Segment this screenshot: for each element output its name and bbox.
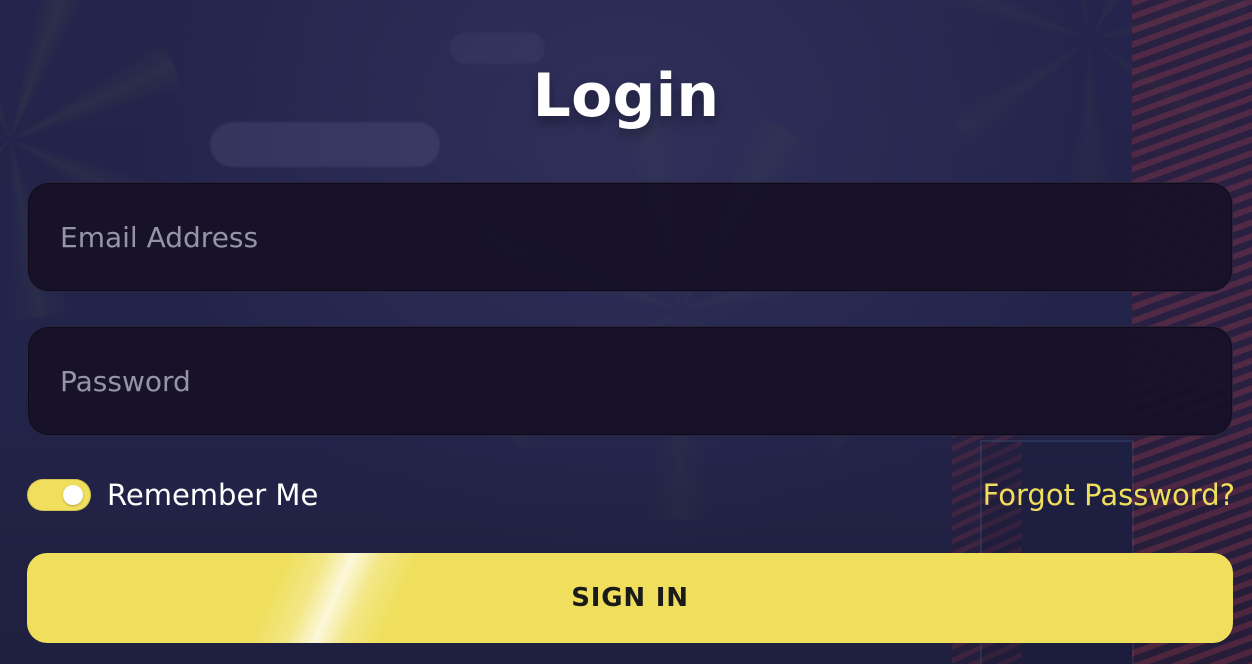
button-shine-effect	[235, 553, 429, 643]
remember-row: Remember Me Forgot Password?	[27, 470, 1235, 520]
login-title: Login	[532, 61, 720, 131]
toggle-knob	[63, 485, 83, 505]
password-field-container	[27, 326, 1233, 436]
sign-in-label: SIGN IN	[571, 583, 689, 613]
email-field[interactable]	[28, 183, 1232, 291]
email-field-container	[27, 182, 1233, 292]
password-field[interactable]	[28, 327, 1232, 435]
remember-me-group: Remember Me	[27, 475, 318, 515]
remember-me-toggle[interactable]	[27, 479, 91, 511]
forgot-password-link[interactable]: Forgot Password?	[983, 475, 1235, 515]
login-form: Login Remember Me Forgot Password? SIGN …	[0, 0, 1252, 664]
remember-me-label: Remember Me	[107, 478, 319, 512]
sign-in-button[interactable]: SIGN IN	[27, 553, 1233, 643]
